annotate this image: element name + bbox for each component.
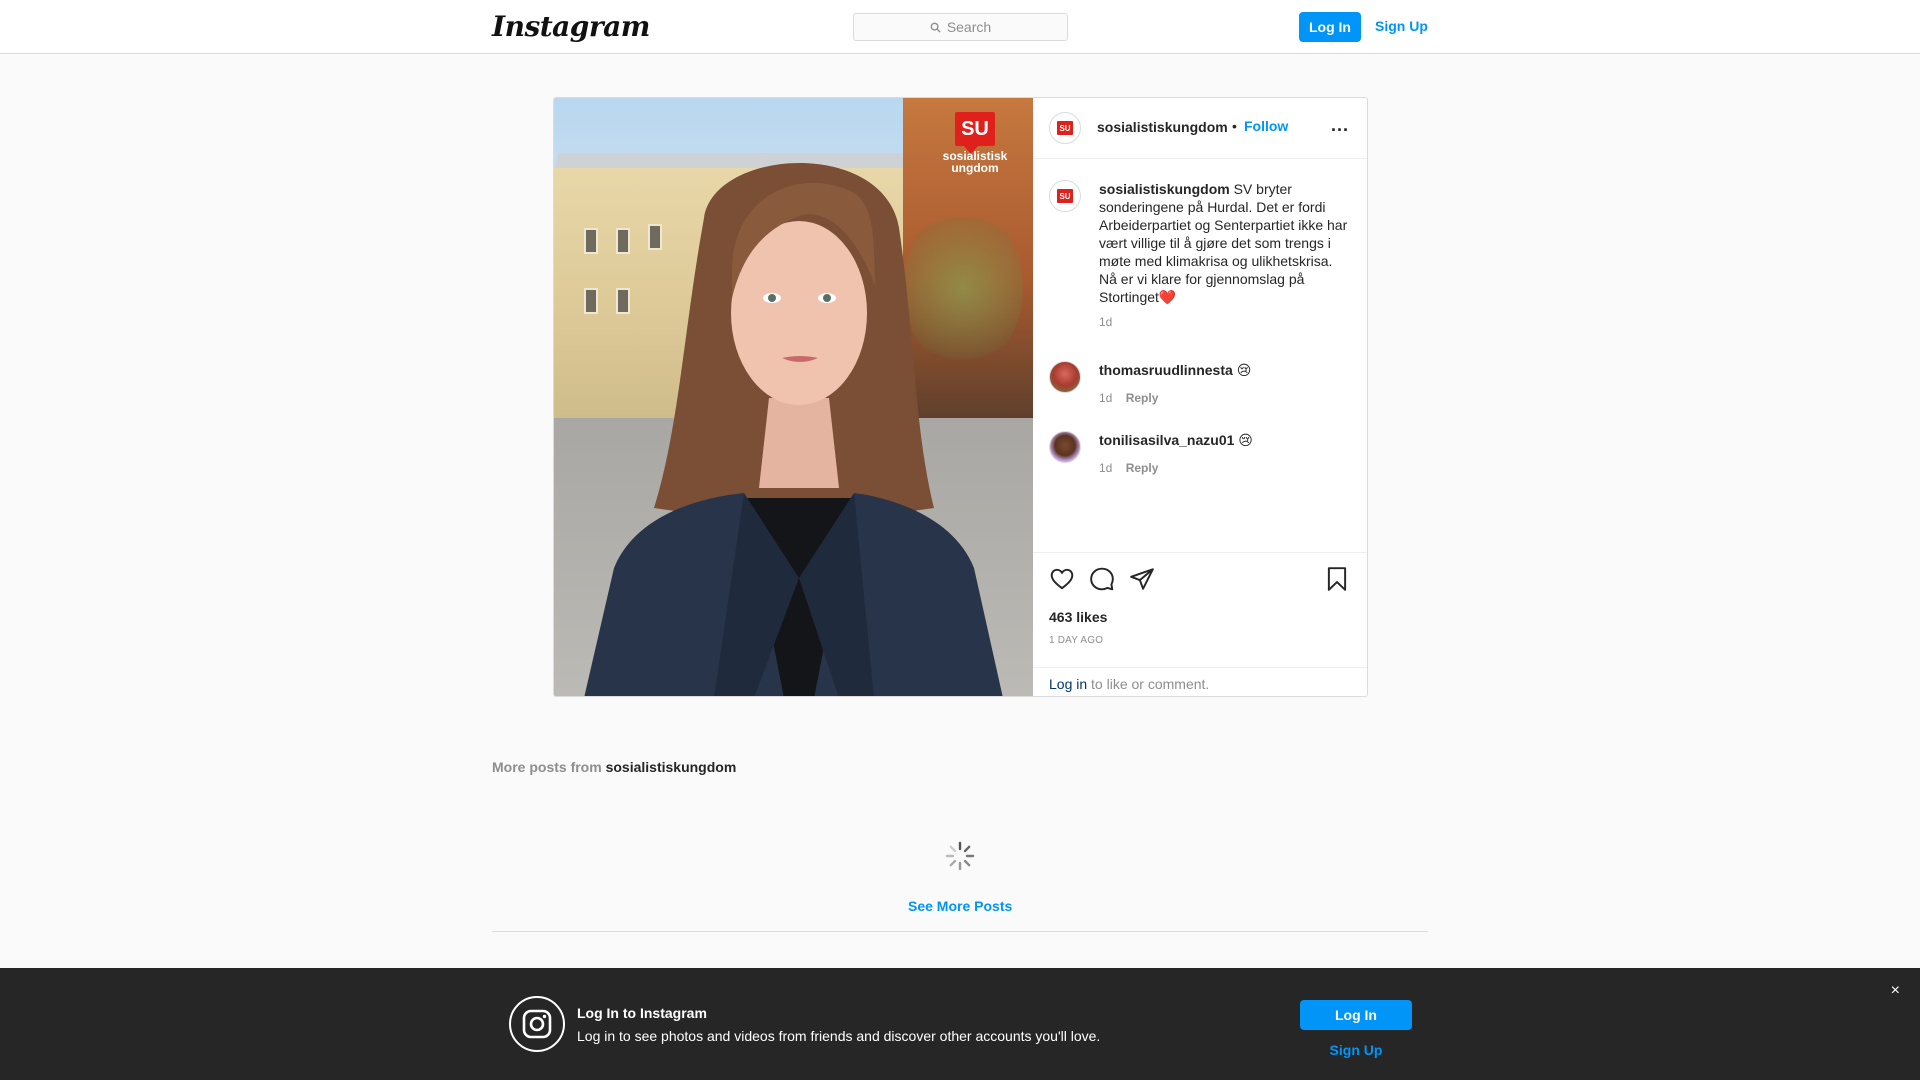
post-actions: 463 likes 1 DAY AGO Log in to like or co… bbox=[1033, 552, 1367, 696]
caption-time[interactable]: 1d bbox=[1099, 315, 1112, 329]
post-photo[interactable]: SU sosialistisk ungdom bbox=[554, 98, 1033, 696]
portrait-person bbox=[584, 163, 1003, 696]
search-placeholder: Search bbox=[946, 19, 992, 35]
top-navigation-bar: Instagram Search Log In Sign Up bbox=[0, 0, 1920, 54]
su-logo-badge: SU sosialistisk ungdom bbox=[937, 112, 1013, 174]
search-icon bbox=[930, 22, 941, 33]
more-posts-heading: More posts from sosialistiskungdom bbox=[492, 759, 736, 775]
likes-count[interactable]: 463 likes bbox=[1049, 609, 1107, 625]
commenter-avatar[interactable] bbox=[1049, 361, 1081, 393]
signup-link[interactable]: Sign Up bbox=[1375, 18, 1428, 34]
banner-title: Log In to Instagram bbox=[577, 1005, 707, 1021]
caption-username[interactable]: sosialistiskungdom bbox=[1099, 181, 1230, 197]
more-posts-prefix: More posts from bbox=[492, 759, 606, 775]
search-input[interactable]: Search bbox=[853, 13, 1068, 41]
login-banner: Log In to Instagram Log in to see photos… bbox=[0, 968, 1920, 1080]
login-button[interactable]: Log In bbox=[1299, 12, 1361, 42]
caption-text: SV bryter sonderingene på Hurdal. Det er… bbox=[1099, 181, 1348, 305]
commenter-avatar[interactable] bbox=[1049, 431, 1081, 463]
more-options-icon[interactable]: ... bbox=[1331, 116, 1349, 134]
see-more-posts-link[interactable]: See More Posts bbox=[908, 898, 1012, 914]
bookmark-icon[interactable] bbox=[1324, 566, 1350, 592]
post-timestamp[interactable]: 1 DAY AGO bbox=[1049, 635, 1103, 646]
reply-button[interactable]: Reply bbox=[1126, 391, 1159, 405]
login-to-comment: Log in to like or comment. bbox=[1033, 667, 1367, 696]
camera-glyph-icon bbox=[522, 1009, 552, 1039]
comment-username[interactable]: tonilisasilva_nazu01 bbox=[1099, 432, 1234, 448]
login-link[interactable]: Log in bbox=[1049, 676, 1087, 692]
banner-signup-link[interactable]: Sign Up bbox=[1300, 1042, 1412, 1058]
section-divider bbox=[492, 931, 1428, 932]
close-icon[interactable]: × bbox=[1891, 982, 1900, 1000]
comment-text: 😢 bbox=[1238, 432, 1253, 448]
comment-username[interactable]: thomasruudlinnesta bbox=[1099, 362, 1233, 378]
su-logo-name-line2: ungdom bbox=[951, 161, 999, 175]
comment-icon[interactable] bbox=[1089, 566, 1115, 592]
comment-time[interactable]: 1d bbox=[1099, 391, 1112, 405]
follow-button[interactable]: Follow bbox=[1244, 118, 1288, 134]
comment-meta: 1d Reply bbox=[1099, 391, 1158, 405]
post-header: SU sosialistiskungdom • Follow ... bbox=[1033, 98, 1367, 159]
login-prompt-text: to like or comment. bbox=[1087, 676, 1210, 692]
banner-subtitle: Log in to see photos and videos from fri… bbox=[577, 1028, 1101, 1044]
comments-section: SU sosialistiskungdom SV bryter sonderin… bbox=[1033, 159, 1367, 552]
avatar-mark: SU bbox=[1057, 189, 1073, 203]
caption-avatar[interactable]: SU bbox=[1049, 180, 1081, 212]
heart-icon[interactable] bbox=[1049, 566, 1075, 592]
caption-body: sosialistiskungdom SV bryter sonderingen… bbox=[1099, 180, 1351, 306]
comment-text: 😢 bbox=[1236, 362, 1252, 378]
su-logo-mark: SU bbox=[955, 112, 995, 154]
author-avatar[interactable]: SU bbox=[1049, 112, 1081, 144]
share-icon[interactable] bbox=[1129, 566, 1155, 592]
banner-login-button[interactable]: Log In bbox=[1300, 1000, 1412, 1030]
comment-time[interactable]: 1d bbox=[1099, 461, 1112, 475]
avatar-mark: SU bbox=[1057, 121, 1073, 135]
separator-dot: • bbox=[1232, 118, 1237, 134]
reply-button[interactable]: Reply bbox=[1126, 461, 1159, 475]
comment-body: thomasruudlinnesta 😢 bbox=[1099, 361, 1351, 379]
loading-spinner-icon bbox=[945, 841, 975, 871]
instagram-camera-icon bbox=[509, 996, 565, 1052]
post-sidebar: SU sosialistiskungdom • Follow ... SU so… bbox=[1033, 98, 1367, 696]
author-username[interactable]: sosialistiskungdom bbox=[1097, 119, 1228, 135]
more-posts-username[interactable]: sosialistiskungdom bbox=[606, 759, 737, 775]
instagram-logo[interactable]: Instagram bbox=[492, 10, 650, 43]
comment-meta: 1d Reply bbox=[1099, 461, 1158, 475]
comment-body: tonilisasilva_nazu01 😢 bbox=[1099, 431, 1351, 449]
post-card: SU sosialistisk ungdom SU sosialistiskun… bbox=[553, 97, 1368, 697]
